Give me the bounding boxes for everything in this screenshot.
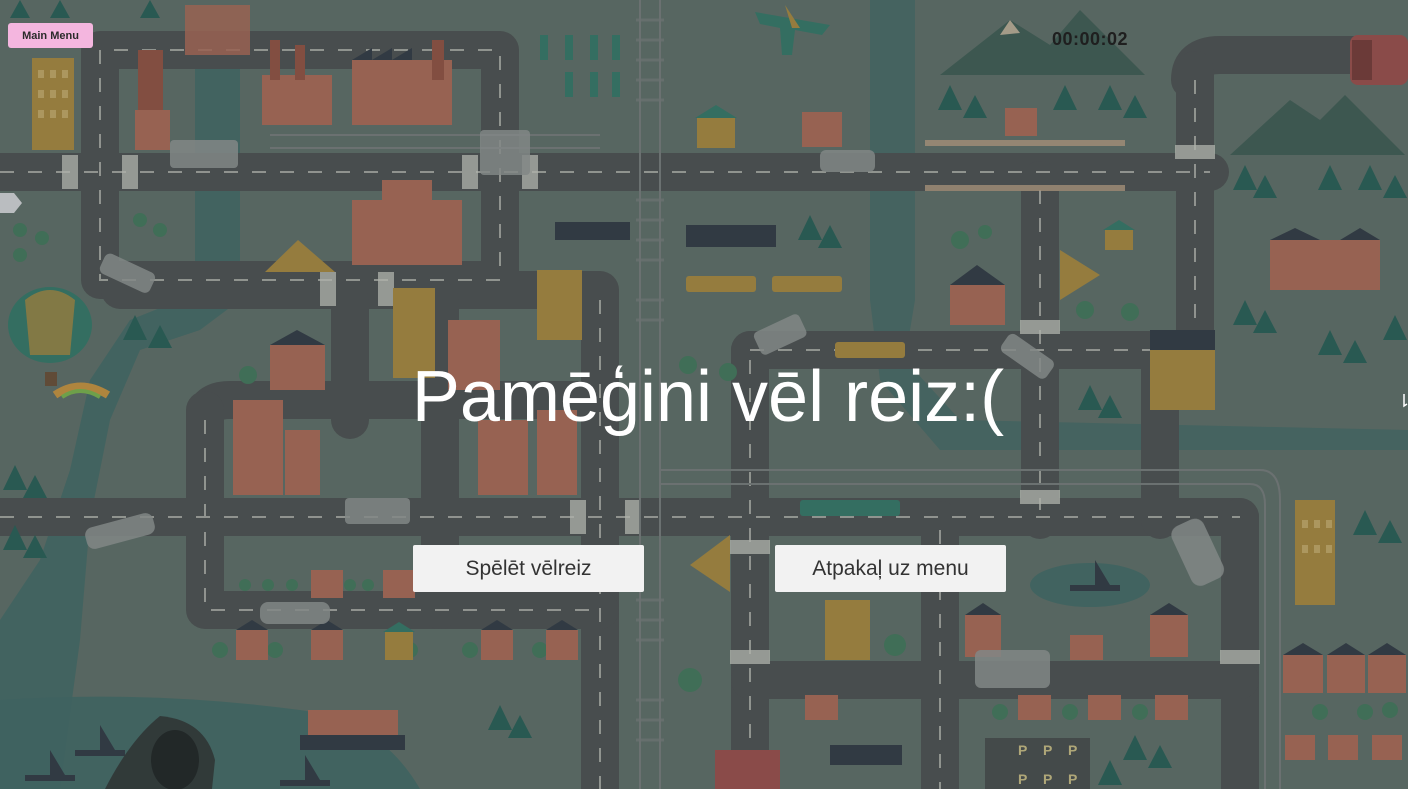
try-again-text: Pamēģini vēl reiz:( — [411, 357, 1005, 437]
game-timer: 00:00:02 — [1052, 29, 1129, 49]
cursor-icon — [1403, 394, 1408, 408]
parking-label: P — [1043, 771, 1052, 787]
parking-label: P — [1018, 771, 1027, 787]
svg-text:P: P — [1018, 742, 1027, 758]
svg-text:P: P — [1068, 742, 1077, 758]
svg-text:P: P — [1043, 742, 1052, 758]
try-again-message: Pamēģini vēl reiz:( — [0, 356, 1408, 438]
parking-label: P — [1068, 771, 1077, 787]
play-again-button[interactable]: Spēlēt vēlreiz — [413, 545, 644, 592]
back-to-menu-button[interactable]: Atpakaļ uz menu — [775, 545, 1006, 592]
main-menu-button[interactable]: Main Menu — [8, 23, 93, 48]
game-stage: PPP PPP Main Menu 00:00:02 Pamēģini vēl … — [0, 0, 1408, 789]
